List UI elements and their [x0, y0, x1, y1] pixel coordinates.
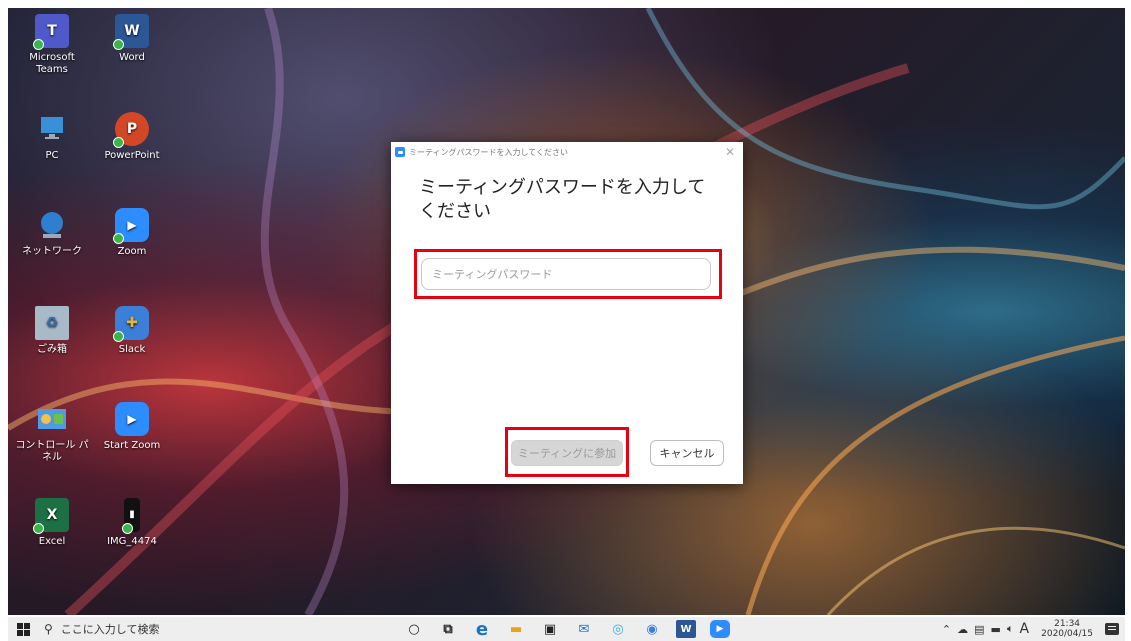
desktop-icon-label: PC: [45, 150, 59, 161]
store-icon[interactable]: ▣: [540, 620, 560, 638]
recycle-bin-icon: ♻: [35, 306, 69, 340]
start-button[interactable]: [8, 622, 38, 636]
slack-icon: ✚: [113, 306, 149, 342]
desktop-icon-label: Start Zoom: [103, 440, 161, 451]
desktop-icon-label: Slack: [118, 344, 146, 355]
onedrive-icon[interactable]: ☁: [957, 623, 968, 636]
desktop-icon-label: Zoom: [117, 246, 147, 257]
close-icon[interactable]: ✕: [725, 146, 735, 158]
word-icon: W: [113, 14, 149, 50]
mail-icon[interactable]: ✉: [574, 620, 594, 638]
cortana-icon[interactable]: ○: [404, 620, 424, 638]
system-tray: ⌃ ☁ ▤ ▬ 🔈︎ A 21:34 2020/04/15: [942, 617, 1125, 641]
desktop-icon-label: Word: [119, 52, 145, 63]
desktop-icon-teams[interactable]: T Microsoft Teams: [12, 14, 92, 76]
desktop-icon-start-zoom[interactable]: ▶ Start Zoom: [92, 402, 172, 452]
notification-icon[interactable]: [1105, 623, 1119, 635]
volume-icon[interactable]: 🔈︎: [1007, 622, 1014, 636]
desktop-icon-label: Excel: [38, 536, 66, 547]
start-zoom-icon: ▶: [115, 402, 149, 436]
dialog-titlebar[interactable]: ミーティングパスワードを入力してください: [391, 142, 743, 162]
chevron-up-icon[interactable]: ⌃: [942, 623, 951, 636]
windows-logo-icon: [16, 622, 30, 636]
desktop-icon-control-panel[interactable]: コントロール パネル: [12, 402, 92, 464]
excel-icon: X: [33, 498, 69, 534]
desktop-icon-word[interactable]: W Word: [92, 14, 172, 64]
zoom-taskbar-icon[interactable]: ▶: [710, 620, 730, 638]
battery-icon[interactable]: ▬: [991, 623, 1001, 636]
network-tray-icon[interactable]: ▤: [974, 623, 984, 636]
clock[interactable]: 21:34 2020/04/15: [1041, 619, 1093, 639]
clock-time: 21:34: [1054, 619, 1081, 629]
dialog-heading: ミーティングパスワードを入力してください: [419, 177, 706, 222]
search-icon: ⚲: [44, 622, 53, 636]
taskbar-search-placeholder: ここに入力して検索: [60, 623, 160, 636]
desktop-icon-recycle-bin[interactable]: ♻ ごみ箱: [12, 306, 92, 356]
powerpoint-icon: P: [113, 112, 149, 148]
desktop-icon-label: IMG_4474: [107, 536, 157, 547]
join-meeting-button[interactable]: ミーティングに参加: [511, 440, 623, 466]
desktop-icon-label: ごみ箱: [37, 344, 67, 355]
meeting-password-input[interactable]: [421, 258, 711, 290]
desktop-icon-network[interactable]: ネットワーク: [12, 208, 92, 258]
file-explorer-icon[interactable]: ▬: [506, 620, 526, 638]
desktop-icon-label: PowerPoint: [104, 150, 160, 161]
cancel-button[interactable]: キャンセル: [650, 440, 724, 466]
desktop-icon-excel[interactable]: X Excel: [12, 498, 92, 548]
taskbar: ⚲ ここに入力して検索 ○ ⧉ e ▬ ▣ ✉ ◎ ◉ W ▶ ⌃ ☁ ▤ ▬ …: [8, 617, 1125, 641]
control-panel-icon: [35, 402, 69, 436]
network-icon: [35, 208, 69, 242]
zoom-logo-icon: [395, 147, 405, 157]
ie-icon[interactable]: ◎: [608, 620, 628, 638]
settings-app-icon[interactable]: ◉: [642, 620, 662, 638]
taskbar-apps: ○ ⧉ e ▬ ▣ ✉ ◎ ◉ W ▶: [404, 619, 730, 640]
clock-date: 2020/04/15: [1041, 629, 1093, 639]
dialog-window-title: ミーティングパスワードを入力してください: [409, 147, 569, 157]
desktop-icon-label: ネットワーク: [22, 246, 82, 257]
desktop-icon-label: Microsoft Teams: [29, 52, 75, 75]
taskbar-search-box[interactable]: ⚲ ここに入力して検索: [38, 617, 374, 641]
word-taskbar-icon[interactable]: W: [676, 620, 696, 638]
ime-indicator[interactable]: A: [1020, 621, 1030, 637]
desktop-icon-slack[interactable]: ✚ Slack: [92, 306, 172, 356]
image-file-icon: ▮: [122, 498, 140, 534]
meeting-password-dialog: ミーティングパスワードを入力してください ✕ ミーティングパスワードを入力してく…: [391, 142, 743, 484]
zoom-icon: ▶: [113, 208, 149, 244]
teams-icon: T: [33, 14, 69, 50]
task-view-icon[interactable]: ⧉: [438, 620, 458, 638]
desktop-icon-pc[interactable]: PC: [12, 112, 92, 162]
desktop-icon-powerpoint[interactable]: P PowerPoint: [92, 112, 172, 162]
edge-icon[interactable]: e: [472, 619, 492, 640]
desktop-icon-zoom[interactable]: ▶ Zoom: [92, 208, 172, 258]
pc-icon: [35, 112, 69, 146]
desktop-icon-label: コントロール パネル: [15, 440, 89, 463]
desktop-icon-img4474[interactable]: ▮ IMG_4474: [92, 498, 172, 548]
